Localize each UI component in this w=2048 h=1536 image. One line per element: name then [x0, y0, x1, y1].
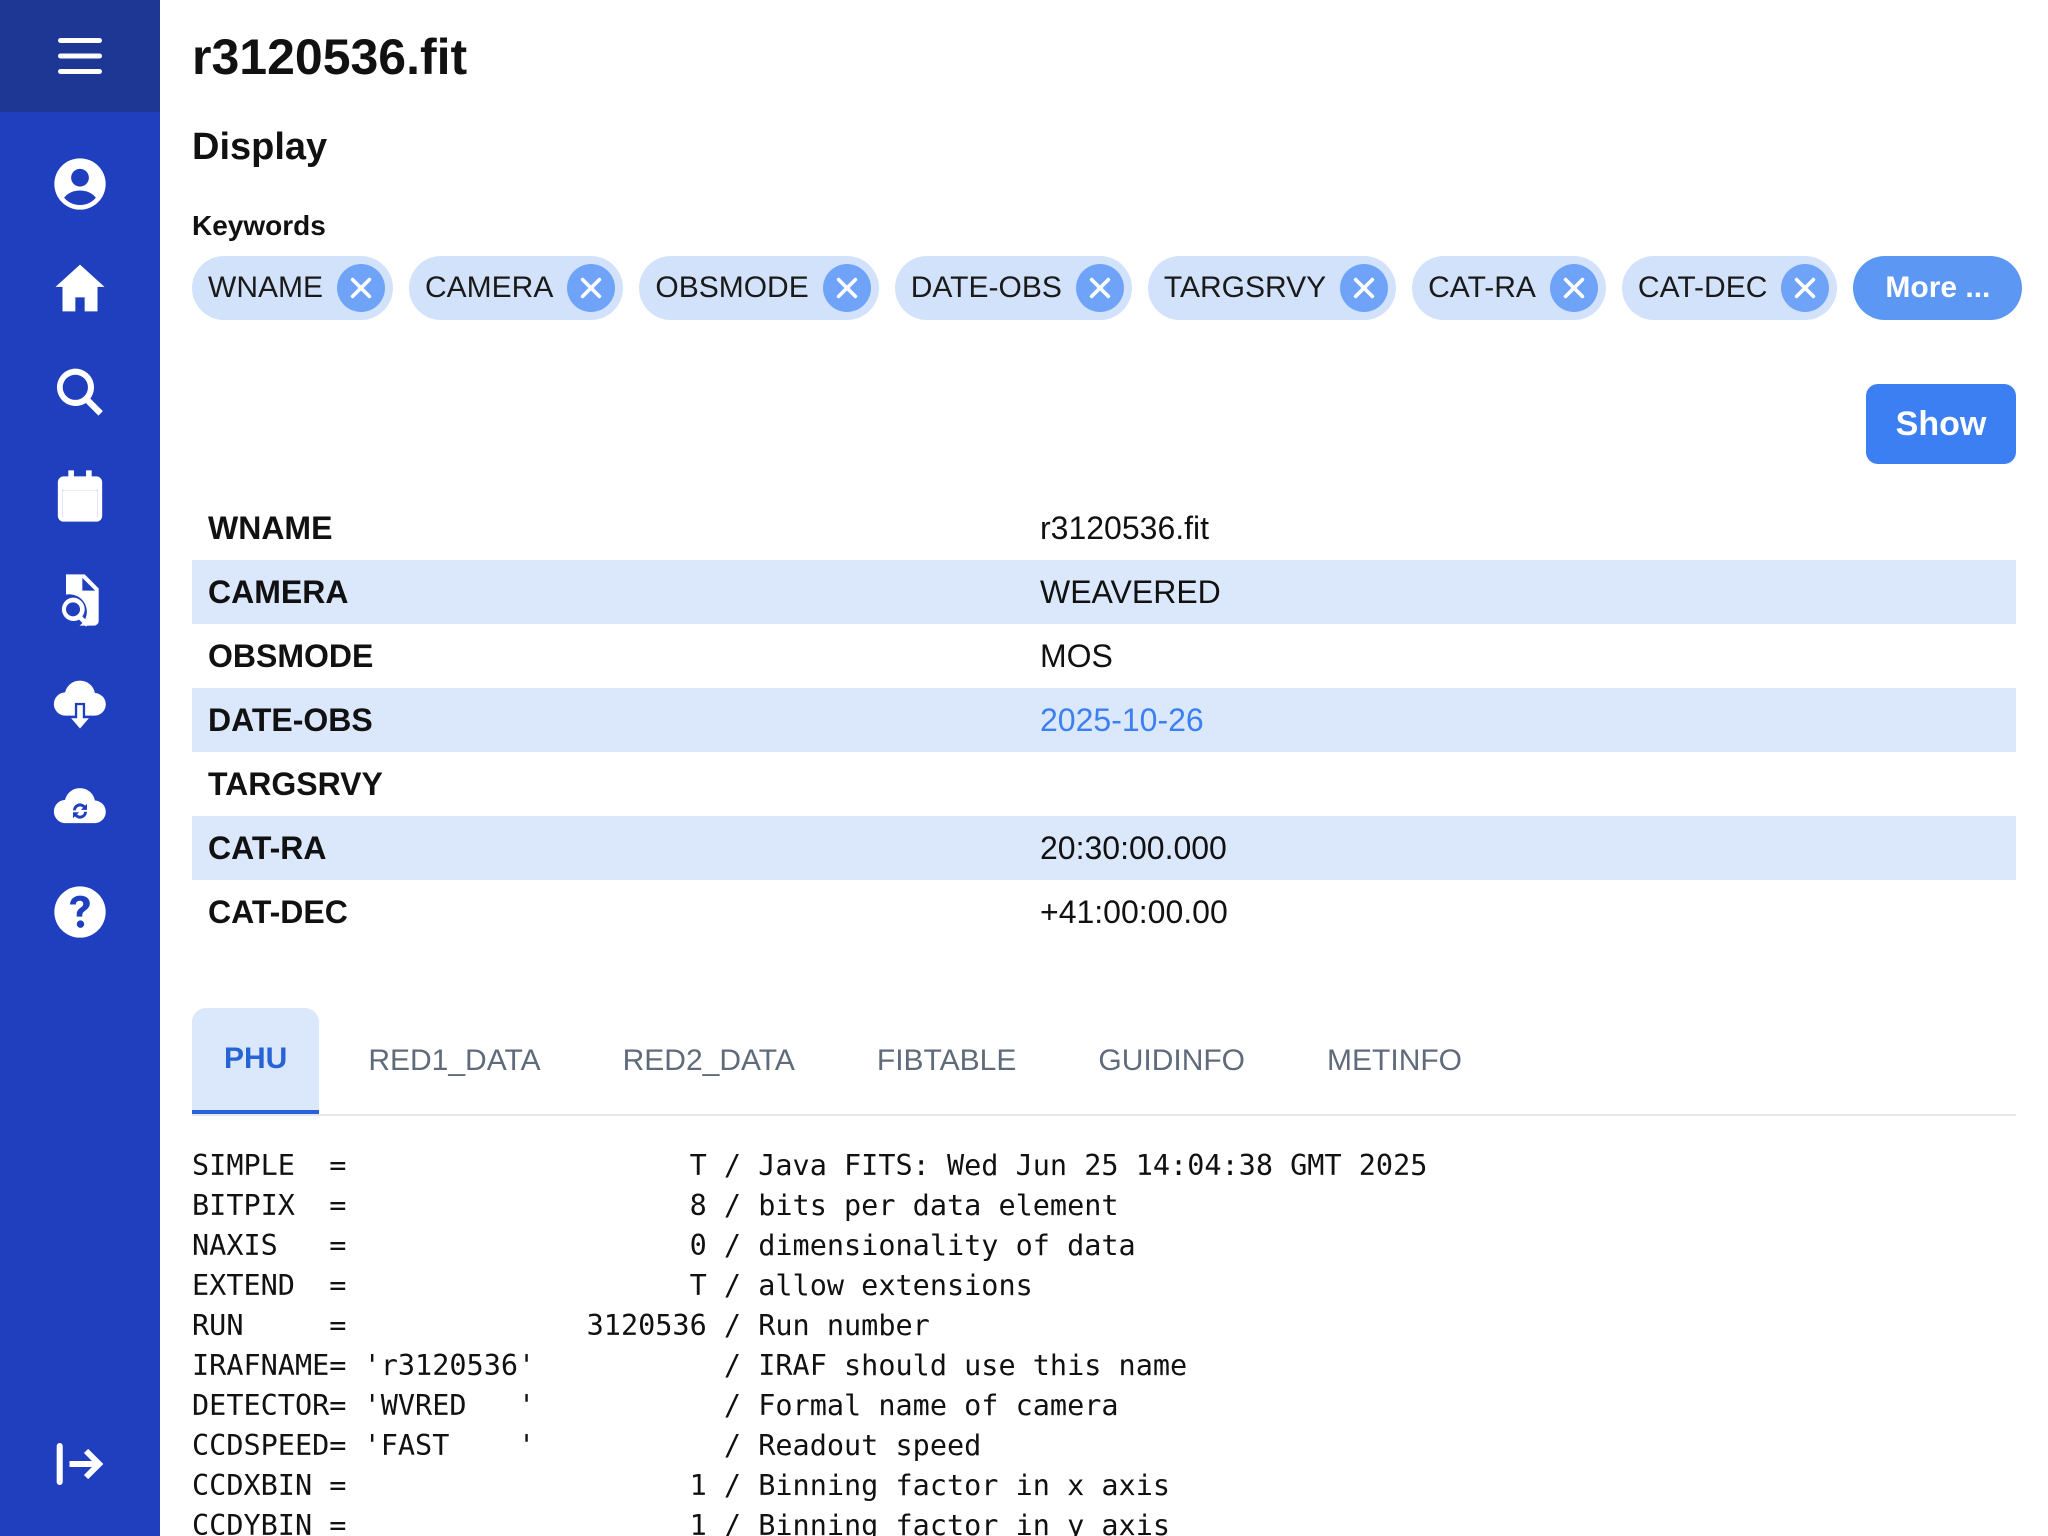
header-line: CCDXBIN = 1 / Binning factor in x axis: [192, 1469, 1171, 1502]
fits-header-listing: SIMPLE = T / Java FITS: Wed Jun 25 14:04…: [192, 1146, 1427, 1536]
tab-phu[interactable]: PHU: [192, 1008, 320, 1114]
calendar-icon[interactable]: [40, 456, 120, 536]
row-value: +41:00:00.00: [1040, 893, 1228, 930]
close-icon: [1353, 277, 1375, 299]
row-key: CAT-DEC: [208, 893, 348, 930]
row-key: OBSMODE: [208, 637, 374, 674]
keyword-chip: CAT-RA: [1412, 256, 1606, 320]
row-value: MOS: [1040, 637, 1113, 674]
chip-label: WNAME: [208, 271, 323, 304]
user-icon[interactable]: [40, 144, 120, 224]
tab-guidinfo[interactable]: GUIDINFO: [1098, 1008, 1245, 1114]
table-row: WNAME r3120536.fit: [192, 496, 2016, 560]
more-keywords-button[interactable]: More ...: [1853, 256, 2023, 320]
tab-fibtable[interactable]: FIBTABLE: [877, 1008, 1016, 1114]
chip-label: CAT-DEC: [1637, 271, 1768, 304]
main-content: r3120536.fit Display Keywords WNAME CAME…: [192, 0, 2023, 1536]
date-obs-link[interactable]: 2025-10-26: [1040, 702, 2016, 739]
chip-label: CAMERA: [425, 271, 554, 304]
close-icon: [1089, 277, 1111, 299]
header-line: RUN = 3120536 / Run number: [192, 1309, 930, 1342]
hdu-tabs: PHU RED1_DATA RED2_DATA FIBTABLE GUIDINF…: [192, 1008, 2016, 1116]
table-row: CAT-RA 20:30:00.000: [192, 816, 2016, 880]
row-key: CAT-RA: [208, 829, 327, 866]
header-line: SIMPLE = T / Java FITS: Wed Jun 25 14:04…: [192, 1149, 1428, 1182]
keyword-table: WNAME r3120536.fit CAMERA WEAVERED OBSMO…: [192, 496, 2016, 944]
chip-label: TARGSRVY: [1163, 271, 1327, 304]
menu-button[interactable]: [0, 0, 160, 112]
logout-icon[interactable]: [40, 1424, 120, 1504]
table-row: TARGSRVY: [192, 752, 2016, 816]
header-line: CCDSPEED= 'FAST ' / Readout speed: [192, 1429, 982, 1462]
remove-keyword-button[interactable]: [1781, 264, 1830, 312]
cloud-sync-icon[interactable]: [40, 768, 120, 848]
keyword-chip: DATE-OBS: [894, 256, 1132, 320]
close-icon: [836, 277, 857, 299]
row-key: CAMERA: [208, 573, 349, 610]
home-icon[interactable]: [40, 248, 120, 328]
show-button[interactable]: Show: [1866, 384, 2016, 464]
close-icon: [581, 277, 602, 299]
cloud-download-icon[interactable]: [40, 664, 120, 744]
remove-keyword-button[interactable]: [567, 264, 616, 312]
header-line: EXTEND = T / allow extensions: [192, 1269, 1033, 1302]
table-row: DATE-OBS 2025-10-26: [192, 688, 2016, 752]
header-line: DETECTOR= 'WVRED ' / Formal name of came…: [192, 1389, 1119, 1422]
keyword-chips: WNAME CAMERA OBSMODE DATE-OBS TARGSRVY C…: [192, 256, 2023, 320]
sidebar: [0, 0, 160, 1536]
header-line: BITPIX = 8 / bits per data element: [192, 1189, 1119, 1222]
row-key: TARGSRVY: [208, 765, 383, 802]
header-line: CCDYBIN = 1 / Binning factor in y axis: [192, 1509, 1171, 1536]
close-icon: [1563, 277, 1585, 299]
keyword-chip: WNAME: [192, 256, 393, 320]
row-value: WEAVERED: [1040, 573, 1221, 610]
table-row: CAT-DEC +41:00:00.00: [192, 880, 2016, 944]
section-title: Display: [192, 126, 328, 168]
search-icon[interactable]: [40, 352, 120, 432]
header-line: NAXIS = 0 / dimensionality of data: [192, 1229, 1136, 1262]
remove-keyword-button[interactable]: [337, 264, 385, 312]
file-search-icon[interactable]: [40, 560, 120, 640]
keyword-chip: CAMERA: [409, 256, 624, 320]
menu-icon: [58, 38, 102, 74]
keyword-chip: OBSMODE: [639, 256, 879, 320]
remove-keyword-button[interactable]: [1075, 264, 1124, 312]
table-row: CAMERA WEAVERED: [192, 560, 2016, 624]
row-key: WNAME: [208, 509, 333, 546]
tab-red2-data[interactable]: RED2_DATA: [623, 1008, 795, 1114]
close-icon: [350, 277, 372, 299]
close-icon: [1795, 277, 1816, 299]
keyword-chip: TARGSRVY: [1147, 256, 1397, 320]
chip-label: CAT-RA: [1428, 271, 1536, 304]
table-row: OBSMODE MOS: [192, 624, 2016, 688]
keyword-chip: CAT-DEC: [1621, 256, 1838, 320]
tab-metinfo[interactable]: METINFO: [1327, 1008, 1462, 1114]
header-line: IRAFNAME= 'r3120536' / IRAF should use t…: [192, 1349, 1188, 1382]
remove-keyword-button[interactable]: [1340, 264, 1389, 312]
tab-red1-data[interactable]: RED1_DATA: [368, 1008, 540, 1114]
row-value: r3120536.fit: [1040, 509, 1210, 546]
keywords-label: Keywords: [192, 210, 326, 241]
help-icon[interactable]: [40, 872, 120, 952]
row-value: 20:30:00.000: [1040, 829, 1227, 866]
remove-keyword-button[interactable]: [1549, 264, 1598, 312]
remove-keyword-button[interactable]: [822, 264, 871, 312]
page-title: r3120536.fit: [192, 29, 468, 85]
chip-label: OBSMODE: [655, 271, 809, 304]
row-key: DATE-OBS: [208, 701, 373, 738]
chip-label: DATE-OBS: [910, 271, 1062, 304]
